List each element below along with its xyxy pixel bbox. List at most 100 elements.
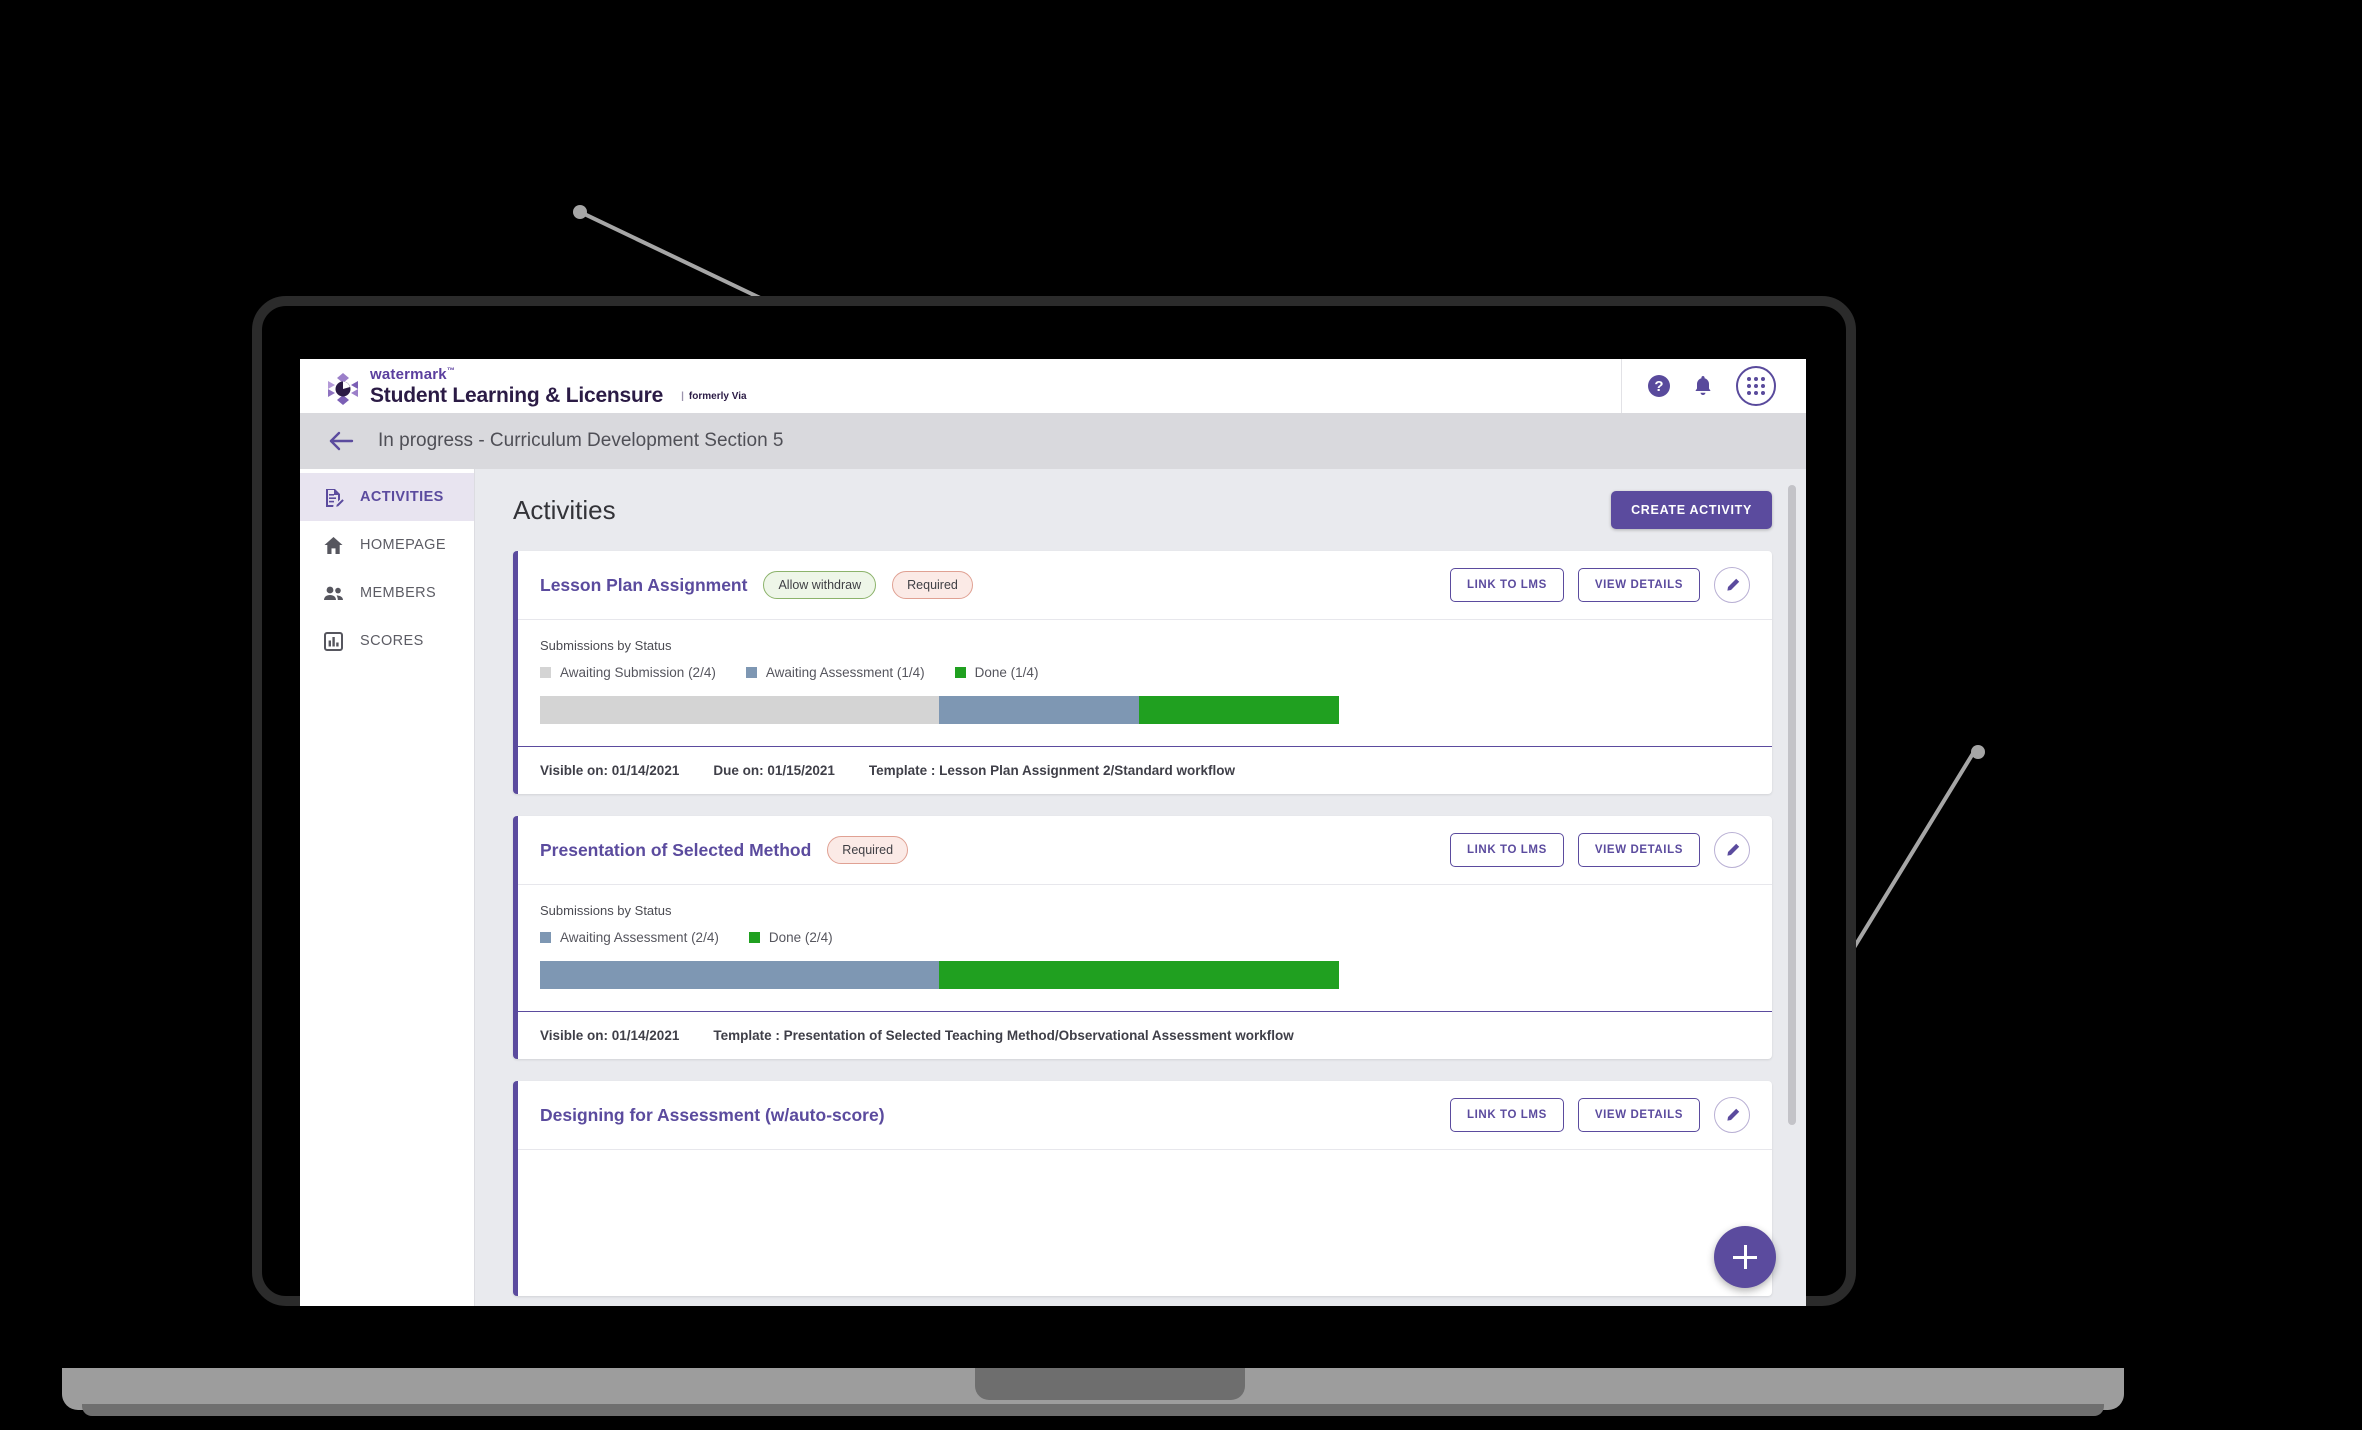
submissions-by-status-label: Submissions by Status xyxy=(540,638,672,653)
legend-swatch xyxy=(745,667,757,678)
sidebar-item-homepage[interactable]: HOMEPAGE xyxy=(300,521,474,569)
activity-card-body: Submissions by Status Awaiting Submissio… xyxy=(518,619,1772,746)
status-legend: Awaiting Assessment (2/4) Done (2/4) xyxy=(540,930,1750,945)
link-to-lms-button[interactable]: LINK TO LMS xyxy=(1450,1098,1564,1132)
home-icon xyxy=(322,534,344,556)
status-badge: Allow withdraw xyxy=(763,571,877,599)
activity-title: Presentation of Selected Method xyxy=(540,839,812,860)
legend-swatch xyxy=(748,932,760,943)
main-content: Activities CREATE ACTIVITY Lesson Plan A… xyxy=(475,469,1806,1306)
status-badge: Required xyxy=(827,836,909,864)
app-header: watermark™ Student Learning & Licensure … xyxy=(300,359,1806,413)
page-title: Activities xyxy=(513,494,616,525)
brand-top-text: watermark xyxy=(370,365,447,383)
content-inner: Activities CREATE ACTIVITY Lesson Plan A… xyxy=(475,469,1806,1296)
help-circle-icon: ? xyxy=(1648,375,1670,397)
sidebar-item-label: ACTIVITIES xyxy=(360,489,444,505)
back-arrow-icon xyxy=(329,431,354,451)
create-activity-button[interactable]: CREATE ACTIVITY xyxy=(1611,491,1772,529)
template-meta: Template : Presentation of Selected Teac… xyxy=(713,1028,1294,1043)
sidebar-item-scores[interactable]: SCORES xyxy=(300,617,474,665)
legend-item: Awaiting Submission (2/4) xyxy=(540,665,716,680)
back-button[interactable] xyxy=(326,426,356,456)
activity-card: Designing for Assessment (w/auto-score) … xyxy=(513,1081,1772,1296)
people-icon xyxy=(322,582,344,604)
brand-former-name: | formerly Via xyxy=(681,391,746,406)
view-details-button[interactable]: VIEW DETAILS xyxy=(1577,1098,1700,1132)
scrollbar-thumb[interactable] xyxy=(1788,485,1796,1125)
pencil-icon xyxy=(1726,578,1739,591)
activity-card: Lesson Plan Assignment Allow withdraw Re… xyxy=(513,551,1772,794)
bell-icon xyxy=(1695,376,1711,395)
view-details-button[interactable]: VIEW DETAILS xyxy=(1577,568,1700,602)
activity-card: Presentation of Selected Method Required… xyxy=(513,816,1772,1059)
activity-card-header: Presentation of Selected Method Required… xyxy=(518,816,1772,884)
activity-card-body: Submissions by Status Awaiting Assessmen… xyxy=(518,884,1772,1011)
app-screen: watermark™ Student Learning & Licensure … xyxy=(300,359,1806,1306)
activity-card-footer: Visible on: 01/14/2021 Due on: 01/15/202… xyxy=(518,746,1772,794)
activity-card-body xyxy=(518,1149,1772,1296)
bar-chart-icon xyxy=(322,630,344,652)
app-body: ACTIVITIES HOMEPAGE MEMBERS SCORES Activ… xyxy=(300,469,1806,1306)
content-scrollbar[interactable] xyxy=(1788,485,1796,1125)
brand-divider: | xyxy=(681,390,684,402)
activity-card-actions: LINK TO LMS VIEW DETAILS xyxy=(1450,567,1750,603)
sidebar-item-members[interactable]: MEMBERS xyxy=(300,569,474,617)
status-segment-awaiting-assessment xyxy=(939,696,1139,724)
brand-top-label: watermark™ xyxy=(370,365,663,383)
submissions-status-bar xyxy=(540,696,1339,724)
sidebar-item-label: MEMBERS xyxy=(360,585,437,601)
activity-title: Designing for Assessment (w/auto-score) xyxy=(540,1104,885,1125)
sidebar-item-label: SCORES xyxy=(360,633,424,649)
status-badge: Required xyxy=(892,571,973,599)
legend-label: Awaiting Submission (2/4) xyxy=(560,665,716,680)
activity-card-header: Designing for Assessment (w/auto-score) … xyxy=(518,1081,1772,1149)
sidebar-item-activities[interactable]: ACTIVITIES xyxy=(300,473,474,521)
brand-logo[interactable]: watermark™ Student Learning & Licensure … xyxy=(326,365,747,407)
legend-item: Done (1/4) xyxy=(954,665,1039,680)
brand-product-name: Student Learning & Licensure xyxy=(370,383,664,407)
edit-activity-button[interactable] xyxy=(1714,832,1750,868)
content-header: Activities CREATE ACTIVITY xyxy=(513,491,1772,529)
edit-activity-button[interactable] xyxy=(1714,567,1750,603)
screenshot-stage: watermark™ Student Learning & Licensure … xyxy=(0,0,2362,1430)
sidebar-item-label: HOMEPAGE xyxy=(360,537,446,553)
activity-title: Lesson Plan Assignment xyxy=(540,574,748,595)
status-segment-done xyxy=(1138,696,1339,724)
legend-swatch xyxy=(540,932,551,943)
edit-activity-button[interactable] xyxy=(1714,1097,1750,1133)
page-sub-header: In progress - Curriculum Development Sec… xyxy=(300,413,1806,469)
pencil-icon xyxy=(1726,843,1739,856)
status-legend: Awaiting Submission (2/4) Awaiting Asses… xyxy=(540,665,1750,680)
breadcrumb-title: In progress - Curriculum Development Sec… xyxy=(378,430,784,451)
legend-swatch xyxy=(540,667,551,678)
watermark-logo-icon xyxy=(326,372,360,406)
activity-card-actions: LINK TO LMS VIEW DETAILS xyxy=(1450,1097,1750,1133)
brand-former-text: formerly Via xyxy=(688,390,747,402)
submissions-by-status-label: Submissions by Status xyxy=(540,903,672,918)
document-edit-icon xyxy=(322,486,344,508)
due-on-meta: Due on: 01/15/2021 xyxy=(713,763,835,778)
app-launcher-button[interactable] xyxy=(1736,366,1776,406)
app-grid-icon xyxy=(1736,366,1776,406)
activity-card-footer: Visible on: 01/14/2021 Template : Presen… xyxy=(518,1011,1772,1059)
legend-item: Awaiting Assessment (1/4) xyxy=(745,665,925,680)
template-meta: Template : Lesson Plan Assignment 2/Stan… xyxy=(868,763,1235,778)
legend-item: Done (2/4) xyxy=(748,930,833,945)
submissions-status-bar xyxy=(540,961,1339,989)
pencil-icon xyxy=(1726,1108,1739,1121)
link-to-lms-button[interactable]: LINK TO LMS xyxy=(1450,833,1564,867)
brand-tm: ™ xyxy=(446,365,456,375)
view-details-button[interactable]: VIEW DETAILS xyxy=(1577,833,1700,867)
notifications-button[interactable] xyxy=(1692,374,1714,398)
status-segment-awaiting-assessment xyxy=(540,961,940,989)
status-segment-awaiting-submission xyxy=(540,696,940,724)
help-button[interactable]: ? xyxy=(1648,375,1670,397)
status-segment-done xyxy=(939,961,1339,989)
legend-label: Awaiting Assessment (2/4) xyxy=(560,930,719,945)
link-to-lms-button[interactable]: LINK TO LMS xyxy=(1450,568,1564,602)
add-activity-fab[interactable] xyxy=(1714,1226,1776,1288)
legend-label: Done (1/4) xyxy=(974,665,1039,680)
visible-on-meta: Visible on: 01/14/2021 xyxy=(540,1028,680,1043)
activity-card-actions: LINK TO LMS VIEW DETAILS xyxy=(1450,832,1750,868)
